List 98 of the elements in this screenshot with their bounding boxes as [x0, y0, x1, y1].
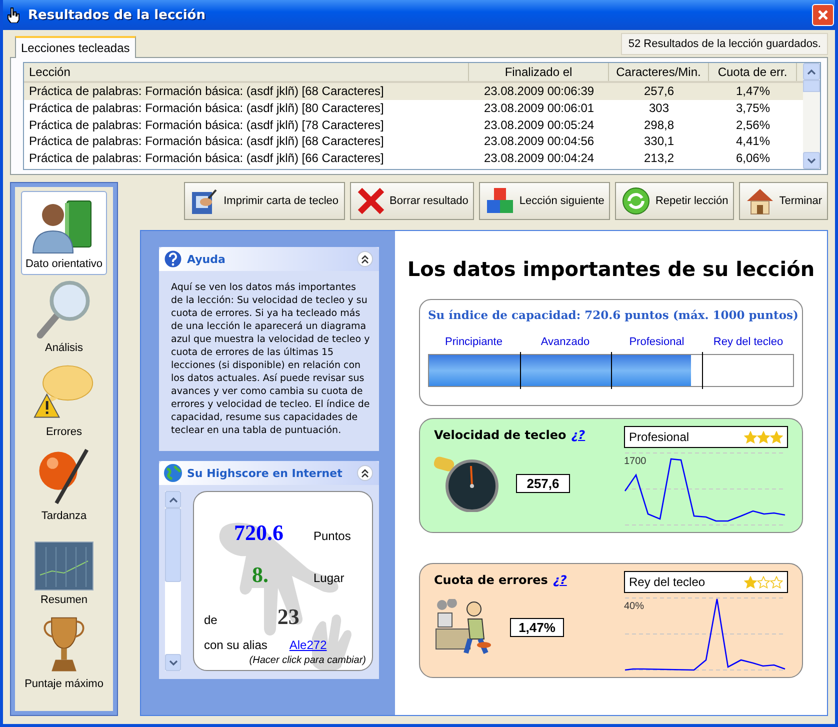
scrollbar[interactable] — [803, 63, 820, 169]
sidebar-item[interactable]: Puntaje máximo — [21, 611, 107, 695]
filled-star-icon — [770, 430, 783, 444]
table-cell-text: 4,41% — [734, 133, 772, 150]
tab[interactable]: Lecciones tecleadas — [15, 36, 136, 58]
level-label: Profesional — [628, 336, 686, 348]
table-row[interactable]: Práctica de palabras: Formación básica: (asdf jklñ) [68 Caracteres] 23.08.2009 00:06:39 257,6 1,47% — [24, 83, 803, 100]
points-value: 720.6 — [234, 520, 284, 546]
level-label: Principiante — [444, 336, 504, 348]
chevrons-up-icon — [361, 468, 369, 478]
hand-pointer-icon — [6, 7, 20, 23]
sidebar-item[interactable]: Tardanza — [21, 443, 107, 527]
sidebar-item[interactable]: Resumen — [21, 527, 107, 611]
table-cell-text: 298,8 — [642, 116, 676, 134]
filled-star-icon — [757, 430, 770, 444]
table-cell-text: 6,06% — [734, 150, 772, 167]
metric-value: 1,47% — [510, 618, 564, 636]
caret-up-icon — [168, 496, 178, 502]
column-header[interactable]: Finalizado el — [469, 63, 609, 81]
table-cell-text: 213,2 — [642, 150, 676, 167]
help-link[interactable]: ¿? — [571, 428, 586, 442]
table-cell-text: 23.08.2009 00:05:24 — [482, 116, 596, 134]
table-row[interactable]: Práctica de palabras: Formación básica: (asdf jklñ) [78 Caracteres] 23.08.2009 00:05:24 298,8 2,56% — [24, 116, 803, 134]
globe-icon — [163, 463, 183, 483]
of-label: de — [204, 613, 218, 627]
scroll-thumb[interactable] — [803, 80, 820, 92]
rank-label: Lugar — [314, 571, 344, 585]
table-cell-text: 23.08.2009 00:06:01 — [482, 100, 596, 117]
filled-star-icon — [744, 430, 757, 444]
level-label: Avanzado — [540, 336, 591, 348]
scrollbar[interactable] — [165, 491, 181, 671]
window-title: Resultados de la lección — [28, 8, 206, 22]
table-row[interactable]: Práctica de palabras: Formación básica: (asdf jklñ) [66 Caracteres] 23.08.2009 00:04:24 213,2 6,06% — [24, 150, 803, 167]
alias-hint: (Hacer click para cambiar) — [249, 655, 366, 666]
level-label: Rey del tecleo — [712, 336, 784, 348]
caret-up-icon — [807, 68, 816, 74]
toolbar-button[interactable]: Terminar — [739, 182, 828, 220]
scroll-thumb[interactable] — [165, 508, 181, 582]
sidebar-item[interactable]: Análisis — [21, 275, 107, 359]
axis-label: 40% — [624, 601, 644, 612]
summary-heading: Los datos importantes de su lección — [407, 257, 815, 281]
toolbar-button[interactable]: Borrar resultado — [350, 182, 474, 220]
table-cell-text: 1,47% — [734, 83, 772, 100]
table-cell-text: 303 — [648, 100, 670, 117]
help-text: Aquí se ven los datos más importantes de la lección: Su velocidad de tecleo y su cuota de errores. Si ya ha tecleado más de una lección le aparecerá un diagrama azul que muestra la velocidad de tecleo y cuota de errores de las últimas 15 lecciones (si disponible) en relación con los datos actuales. Así puede revisar sus avances y ver como cambia su cuota de errores y velocidad de tecleo. El índice de capacidad, resume sus capacidades de teclear en una tabla de puntuación. — [170, 281, 371, 438]
alias-label: con su alias — [204, 638, 268, 652]
toolbar-button[interactable]: Lección siguiente — [479, 182, 610, 220]
help-link[interactable]: ¿? — [552, 573, 567, 587]
table-row[interactable]: Práctica de palabras: Formación básica: (asdf jklñ) [68 Caracteres] 23.08.2009 00:04:56 330,1 4,41% — [24, 133, 803, 150]
total-value: 23 — [277, 604, 300, 630]
delete-icon — [356, 186, 386, 216]
table-cell-text: Práctica de palabras: Formación básica: (asdf jklñ) [78 Caracteres] — [28, 116, 385, 134]
panel-title: Ayuda — [187, 252, 226, 266]
collapse-button[interactable] — [357, 251, 373, 267]
repeat-icon — [621, 186, 652, 216]
help-icon — [163, 249, 183, 269]
caret-down-icon — [807, 158, 816, 164]
status-label: 52 Resultados de la lección guardados. — [621, 33, 828, 55]
table-cell-text: 23.08.2009 00:04:56 — [482, 133, 596, 150]
metric-value: 257,6 — [516, 474, 570, 492]
toolbar-button[interactable]: Imprimir carta de tecleo — [184, 182, 345, 220]
table-cell-text: 23.08.2009 00:06:39 — [482, 83, 596, 100]
rank-value: 8. — [252, 562, 268, 588]
table-cell-text: Práctica de palabras: Formación básica: (asdf jklñ) [68 Caracteres] — [28, 83, 385, 100]
table-cell-text: 3,75% — [734, 100, 772, 117]
metric-title: Cuota de errores — [434, 573, 548, 587]
blocks-icon — [485, 186, 516, 216]
caret-down-icon — [168, 660, 178, 666]
panel-title: Su Highscore en Internet — [187, 466, 344, 480]
angry-typist-drawing — [434, 599, 494, 655]
column-header[interactable]: Lección — [24, 63, 469, 81]
filled-star-icon — [744, 576, 757, 588]
stopwatch-icon — [434, 454, 500, 512]
table-cell-text: Práctica de palabras: Formación básica: (asdf jklñ) [66 Caracteres] — [28, 150, 385, 167]
rating-label: Profesional — [629, 430, 690, 444]
close-icon — [817, 9, 829, 21]
toolbar-button[interactable]: Repetir lección — [615, 182, 734, 220]
table-cell-text: 23.08.2009 00:04:24 — [482, 150, 596, 167]
chart-screen-icon — [34, 541, 94, 591]
points-label: Puntos — [314, 529, 351, 543]
close-button[interactable] — [812, 4, 834, 26]
collapse-button[interactable] — [357, 465, 373, 481]
rating-label: Rey del tecleo — [629, 575, 706, 589]
house-icon — [745, 186, 776, 216]
sidebar-item[interactable]: Errores — [21, 359, 107, 443]
table-cell-text: 330,1 — [642, 133, 676, 150]
column-header[interactable]: Cuota de err. — [709, 63, 797, 81]
axis-label: 1700 — [624, 456, 646, 467]
sidebar-item[interactable]: Dato orientativo — [21, 191, 107, 275]
table-cell-text: Práctica de palabras: Formación básica: (asdf jklñ) [80 Caracteres] — [28, 100, 385, 117]
table-cell-text: 257,6 — [642, 83, 676, 100]
alias-link[interactable]: Ale272 — [289, 638, 327, 652]
metric-title: Velocidad de tecleo — [434, 428, 566, 442]
table-row[interactable]: Práctica de palabras: Formación básica: (asdf jklñ) [80 Caracteres] 23.08.2009 00:06:01 303 3,75% — [24, 100, 803, 117]
column-header[interactable]: Caracteres/Min. — [609, 63, 709, 81]
chevrons-up-icon — [361, 254, 369, 264]
table-cell-text: 2,56% — [734, 116, 772, 134]
table-cell-text: Práctica de palabras: Formación básica: (asdf jklñ) [68 Caracteres] — [28, 133, 385, 150]
